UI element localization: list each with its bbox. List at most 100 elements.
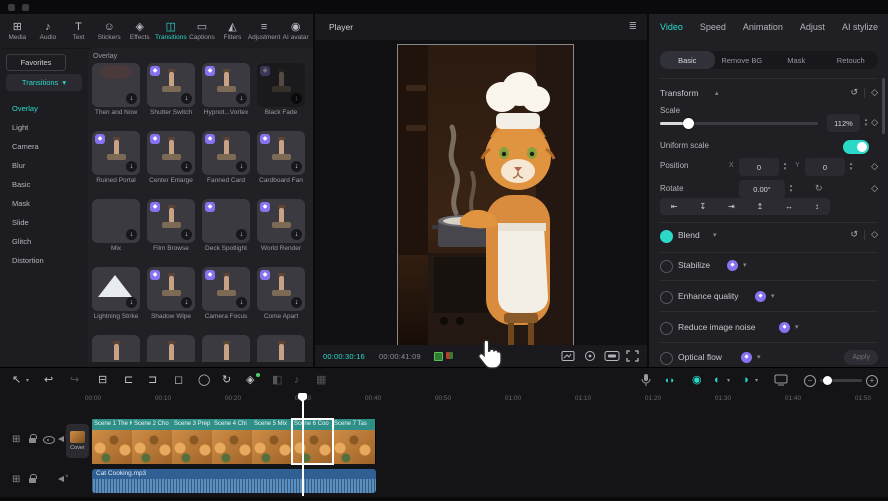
- sidebar-item-glitch[interactable]: Glitch: [12, 237, 31, 246]
- favorites-button[interactable]: Favorites: [6, 54, 66, 71]
- lock-icon[interactable]: [27, 433, 39, 445]
- trim-right-icon[interactable]: ⊐: [148, 373, 157, 387]
- scale-stepper[interactable]: ▴ ▾: [861, 114, 871, 132]
- sidebar-item-basic[interactable]: Basic: [12, 180, 30, 189]
- download-icon[interactable]: ↓: [236, 297, 247, 308]
- timeline-clip-selected[interactable]: Scene 6 Coo: [292, 419, 333, 464]
- rotate-dial-icon[interactable]: ↻: [815, 183, 823, 194]
- scale-value-field[interactable]: 112%: [827, 114, 860, 132]
- chevron-down-icon[interactable]: ▾: [727, 377, 730, 384]
- rotate-stepper[interactable]: ▴ ▾: [786, 180, 796, 198]
- download-icon[interactable]: ↓: [291, 161, 302, 172]
- tab-filters[interactable]: ◭Filters: [217, 14, 248, 48]
- download-icon[interactable]: ↓: [181, 297, 192, 308]
- audio-clip[interactable]: Cat Cooking.mp3: [92, 469, 376, 493]
- download-icon[interactable]: ↓: [291, 93, 302, 104]
- keyboard-shortcuts-icon[interactable]: ▦: [316, 373, 326, 387]
- tab-speed[interactable]: Speed: [700, 22, 726, 32]
- crop-icon[interactable]: ◻: [174, 373, 183, 387]
- reduce-noise-checkbox[interactable]: [660, 322, 673, 335]
- autoscroll-toggle-icon[interactable]: ◑: [742, 373, 749, 387]
- subtab-remove-bg[interactable]: Remove BG: [715, 51, 770, 69]
- tab-adjust[interactable]: Adjust: [800, 22, 825, 32]
- preview-quality-icon[interactable]: [604, 350, 620, 362]
- sidebar-item-light[interactable]: Light: [12, 123, 28, 132]
- download-icon[interactable]: ↓: [236, 93, 247, 104]
- timeline-clip[interactable]: Scene 1 The K: [92, 419, 133, 464]
- sidebar-item-blur[interactable]: Blur: [12, 161, 25, 170]
- select-tool-icon[interactable]: ↖: [12, 373, 21, 387]
- stepper-down-icon[interactable]: ▾: [850, 167, 853, 172]
- sidebar-item-distortion[interactable]: Distortion: [12, 256, 44, 265]
- stepper-down-icon[interactable]: ▾: [865, 123, 868, 128]
- visibility-icon[interactable]: [42, 433, 54, 445]
- keyframe-icon[interactable]: ◇: [871, 161, 878, 172]
- aspect-ratio-icon[interactable]: [561, 350, 575, 362]
- transition-card[interactable]: [257, 335, 305, 362]
- lock-icon[interactable]: [27, 473, 39, 485]
- record-voiceover-icon[interactable]: [640, 373, 652, 387]
- cover-button[interactable]: Cover: [66, 424, 89, 458]
- inspector-scrollbar[interactable]: [882, 78, 885, 134]
- reset-icon[interactable]: ↺: [851, 87, 859, 98]
- subtab-mask[interactable]: Mask: [769, 51, 824, 69]
- keyframe-icon[interactable]: ◇: [871, 229, 878, 240]
- position-y-stepper[interactable]: ▴ ▾: [846, 158, 856, 176]
- transitions-group-button[interactable]: Transitions ▾: [6, 74, 82, 91]
- tab-animation[interactable]: Animation: [743, 22, 783, 32]
- transition-card[interactable]: ↓ Then and Now: [92, 63, 140, 116]
- tab-effects[interactable]: ◈Effects: [124, 14, 155, 48]
- transition-card[interactable]: ◆↓ Shadow Wipe: [147, 267, 195, 320]
- flip-horizontal-icon[interactable]: ↔: [785, 202, 793, 211]
- blend-checkbox[interactable]: [660, 230, 673, 243]
- timeline-clip[interactable]: Scene 5 Mix: [252, 419, 293, 464]
- stepper-down-icon[interactable]: ▾: [784, 167, 787, 172]
- download-icon[interactable]: ↓: [236, 229, 247, 240]
- align-right-icon[interactable]: ⇥: [728, 202, 735, 211]
- tab-ai-stylize[interactable]: AI stylize: [842, 22, 878, 32]
- chevron-down-icon[interactable]: ▾: [771, 292, 775, 300]
- optical-flow-checkbox[interactable]: [660, 352, 673, 365]
- preview-canvas[interactable]: [315, 41, 647, 345]
- sidebar-item-mask[interactable]: Mask: [12, 199, 30, 208]
- tab-adjustment[interactable]: ≡Adjustment: [248, 14, 281, 48]
- chroma-key-icon[interactable]: ◯: [198, 373, 210, 387]
- download-icon[interactable]: ↓: [236, 161, 247, 172]
- mute-icon[interactable]: [56, 473, 68, 485]
- keyframe-icon[interactable]: ◇: [871, 87, 878, 98]
- tab-ai-avatar[interactable]: ◉AI avatar: [280, 14, 311, 48]
- transition-card[interactable]: ↓ Mix: [92, 199, 140, 252]
- transition-card[interactable]: ◆↓ Ruined Portal: [92, 131, 140, 184]
- chevron-down-icon[interactable]: ▾: [713, 231, 717, 239]
- smart-tools-icon[interactable]: ◈: [246, 373, 254, 387]
- timeline-clip[interactable]: Scene 7 Tas: [332, 419, 376, 464]
- transition-card[interactable]: ↓ Lightning Strike: [92, 267, 140, 320]
- timeline-clip[interactable]: Scene 4 Chi: [212, 419, 253, 464]
- scale-slider[interactable]: [660, 122, 818, 125]
- chevron-down-icon[interactable]: ▾: [26, 377, 29, 384]
- position-y-field[interactable]: 0: [805, 158, 845, 176]
- stepper-down-icon[interactable]: ▾: [790, 189, 793, 194]
- enhance-quality-checkbox[interactable]: [660, 291, 673, 304]
- transition-card[interactable]: ◆↓ Shutter Switch: [147, 63, 195, 116]
- optical-flow-apply-button[interactable]: Apply: [844, 350, 878, 365]
- rotate-field[interactable]: 0.00°: [739, 180, 785, 198]
- timeline-zoom-slider[interactable]: [820, 379, 862, 382]
- player-menu-icon[interactable]: ≣: [629, 21, 637, 32]
- flip-vertical-icon[interactable]: ↕: [815, 202, 819, 211]
- chevron-up-icon[interactable]: ▴: [715, 89, 719, 97]
- motion-focus-icon[interactable]: [583, 350, 597, 362]
- zoom-out-icon[interactable]: −: [804, 375, 816, 387]
- download-icon[interactable]: ↓: [126, 229, 137, 240]
- chevron-down-icon[interactable]: ▾: [757, 353, 761, 361]
- download-icon[interactable]: ↓: [291, 297, 302, 308]
- align-left-icon[interactable]: ⇤: [671, 202, 678, 211]
- transition-card[interactable]: ◆↓ World Render: [257, 199, 305, 252]
- keyframe-icon[interactable]: ◇: [871, 183, 878, 194]
- undo-icon[interactable]: ↩: [44, 373, 53, 387]
- preview-toggle-icon[interactable]: ◐: [714, 373, 721, 387]
- download-icon[interactable]: ↓: [181, 93, 192, 104]
- track-options-icon[interactable]: ◧: [272, 373, 282, 387]
- stabilize-checkbox[interactable]: [660, 260, 673, 273]
- transition-card[interactable]: [202, 335, 250, 362]
